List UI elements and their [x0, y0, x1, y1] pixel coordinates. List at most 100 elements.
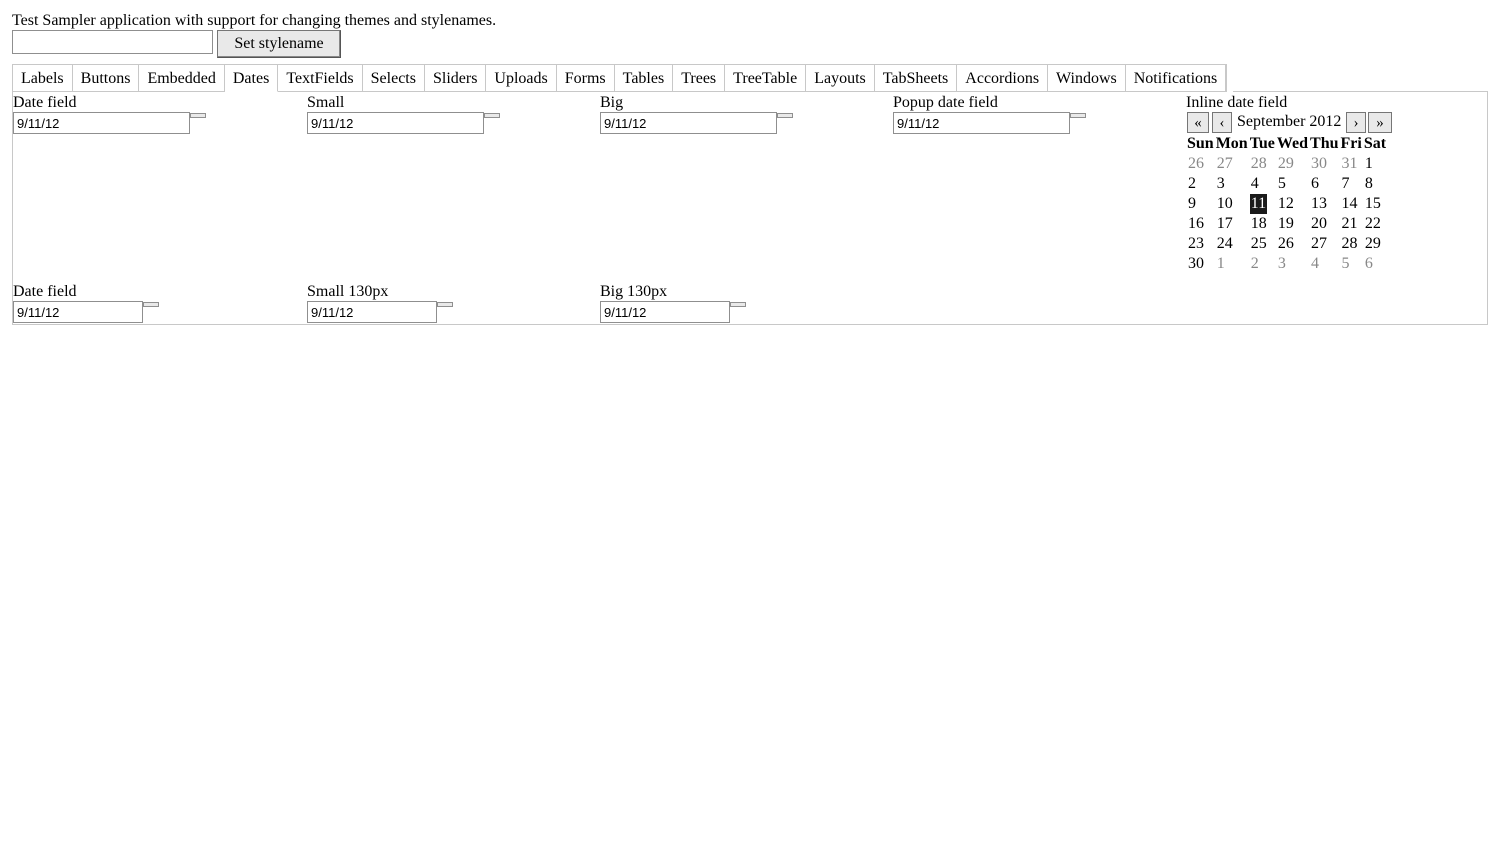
calendar-day[interactable]: 26	[1187, 154, 1205, 174]
calendar-day[interactable]: 5	[1277, 174, 1287, 194]
calendar-day[interactable]: 25	[1250, 234, 1268, 254]
calendar-day[interactable]: 6	[1364, 254, 1374, 274]
tab-windows[interactable]: Windows	[1048, 65, 1126, 92]
prev-year-button[interactable]: «	[1187, 112, 1209, 133]
calendar-day[interactable]: 3	[1216, 174, 1226, 194]
calendar-day[interactable]: 8	[1364, 174, 1374, 194]
calendar-day-cell: 27	[1215, 154, 1249, 174]
calendar-day[interactable]: 29	[1364, 234, 1382, 254]
calendar-day[interactable]: 28	[1341, 234, 1359, 254]
calendar-day[interactable]: 5	[1341, 254, 1351, 274]
calendar-day[interactable]: 22	[1364, 214, 1382, 234]
small-130px-input[interactable]	[307, 301, 437, 323]
calendar-day[interactable]: 27	[1216, 154, 1234, 174]
calendar-day[interactable]: 27	[1310, 234, 1328, 254]
small-date-input[interactable]	[307, 112, 484, 134]
tab-labels[interactable]: Labels	[13, 65, 73, 92]
small-date-caption: Small	[307, 94, 345, 111]
calendar-day[interactable]: 24	[1216, 234, 1234, 254]
tab-accordions[interactable]: Accordions	[957, 65, 1049, 92]
calendar-week-row: 23 45 6 78	[1186, 174, 1387, 194]
calendar-day-cell: 28	[1340, 234, 1363, 254]
calendar-day-cell: 3	[1276, 254, 1309, 274]
calendar-day[interactable]: 15	[1364, 194, 1382, 214]
tab-trees[interactable]: Trees	[673, 65, 726, 92]
tab-selects[interactable]: Selects	[362, 65, 425, 92]
tab-tabsheets[interactable]: TabSheets	[874, 65, 958, 92]
calendar-day[interactable]: 31	[1341, 154, 1359, 174]
calendar-day-cell: 13	[1309, 194, 1339, 214]
calendar-day[interactable]: 3	[1277, 254, 1287, 274]
calendar-day[interactable]: 30	[1187, 254, 1205, 274]
tab-notifications[interactable]: Notifications	[1125, 65, 1227, 92]
date-field-130-input[interactable]	[13, 301, 143, 323]
tab-layouts[interactable]: Layouts	[806, 65, 875, 92]
calendar-day[interactable]: 7	[1341, 174, 1351, 194]
calendar-day-cell: 4	[1309, 254, 1339, 274]
popup-date-input[interactable]	[893, 112, 1070, 134]
small-130px-popup-button[interactable]	[437, 302, 453, 307]
weekday-header: Sun	[1187, 135, 1214, 152]
date-field-130-popup-button[interactable]	[143, 302, 159, 307]
calendar-day-selected[interactable]: 11	[1249, 194, 1268, 214]
calendar-day[interactable]: 17	[1216, 214, 1234, 234]
tab-dates[interactable]: Dates	[224, 65, 279, 92]
tab-embedded[interactable]: Embedded	[139, 65, 225, 92]
calendar-day-cell: 3	[1215, 174, 1249, 194]
set-stylename-button[interactable]: Set stylename	[217, 30, 341, 58]
calendar-day[interactable]: 30	[1310, 154, 1328, 174]
prev-month-button[interactable]: ‹	[1212, 112, 1232, 133]
calendar-day[interactable]: 2	[1187, 174, 1197, 194]
calendar-day[interactable]: 21	[1341, 214, 1359, 234]
calendar-day[interactable]: 9	[1187, 194, 1197, 214]
small-date-popup-button[interactable]	[484, 113, 500, 118]
calendar-day[interactable]: 26	[1277, 234, 1295, 254]
calendar-day-cell: 26	[1186, 154, 1215, 174]
tab-buttons[interactable]: Buttons	[72, 65, 140, 92]
big-130px-popup-button[interactable]	[730, 302, 746, 307]
big-date-caption: Big	[600, 94, 624, 111]
weekday-header: Sat	[1363, 135, 1387, 152]
next-month-button[interactable]: ›	[1346, 112, 1366, 133]
calendar-day-cell: 16	[1186, 214, 1215, 234]
calendar-day[interactable]: 19	[1277, 214, 1295, 234]
calendar-day-cell: 7	[1340, 174, 1363, 194]
weekday-header: Thu	[1310, 135, 1339, 152]
tab-tables[interactable]: Tables	[614, 65, 674, 92]
calendar-day[interactable]: 13	[1310, 194, 1328, 214]
calendar-day[interactable]: 1	[1216, 254, 1226, 274]
date-field-popup-button[interactable]	[190, 113, 206, 118]
calendar-day[interactable]: 12	[1277, 194, 1295, 214]
calendar-day[interactable]: 6	[1310, 174, 1320, 194]
calendar-day[interactable]: 20	[1310, 214, 1328, 234]
calendar-day[interactable]: 4	[1250, 174, 1260, 194]
stylename-input[interactable]	[12, 30, 213, 54]
popup-date-popup-button[interactable]	[1070, 113, 1086, 118]
calendar-day-cell: 19	[1276, 214, 1309, 234]
calendar-day[interactable]: 4	[1310, 254, 1320, 274]
tab-sliders[interactable]: Sliders	[424, 65, 487, 92]
calendar-day[interactable]: 2	[1250, 254, 1260, 274]
small-130px-caption: Small 130px	[307, 283, 389, 300]
calendar-day[interactable]: 14	[1341, 194, 1359, 214]
big-date-popup-button[interactable]	[777, 113, 793, 118]
calendar-day-cell: 17	[1215, 214, 1249, 234]
calendar-day[interactable]: 18	[1250, 214, 1268, 234]
calendar-day-cell: 15	[1363, 194, 1387, 214]
date-field-input[interactable]	[13, 112, 190, 134]
big-date-input[interactable]	[600, 112, 777, 134]
calendar-week-row: 30 1 2 3 4 5 6	[1186, 254, 1387, 274]
calendar-day[interactable]: 16	[1187, 214, 1205, 234]
calendar-day[interactable]: 23	[1187, 234, 1205, 254]
weekday-header: Fri	[1340, 135, 1362, 152]
tab-uploads[interactable]: Uploads	[486, 65, 557, 92]
calendar-day[interactable]: 1	[1364, 154, 1374, 174]
next-year-button[interactable]: »	[1368, 112, 1392, 133]
calendar-day[interactable]: 28	[1250, 154, 1268, 174]
calendar-day[interactable]: 29	[1277, 154, 1295, 174]
calendar-day[interactable]: 10	[1216, 194, 1234, 214]
tab-textfields[interactable]: TextFields	[278, 65, 363, 92]
tab-forms[interactable]: Forms	[556, 65, 615, 92]
big-130px-input[interactable]	[600, 301, 730, 323]
tab-treetable[interactable]: TreeTable	[725, 65, 807, 92]
